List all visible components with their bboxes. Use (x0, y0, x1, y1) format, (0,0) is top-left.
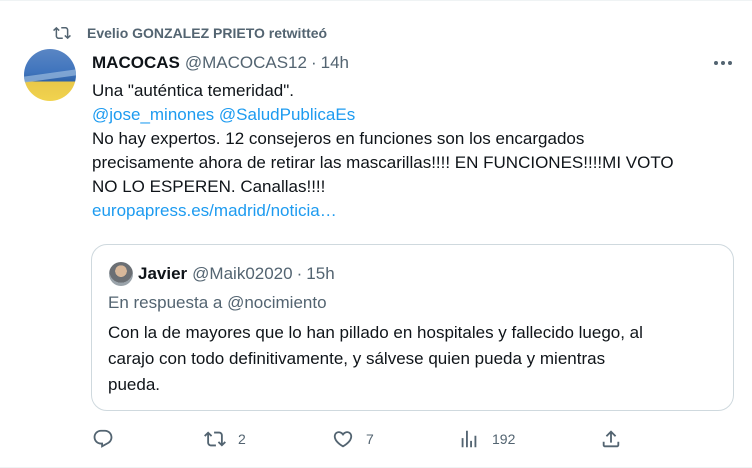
retweet-count: 2 (238, 431, 246, 447)
views-button[interactable]: 192 (458, 427, 515, 451)
quoted-line: Con la de mayores que lo han pillado en … (108, 323, 643, 342)
action-bar: 2 7 192 (92, 427, 632, 451)
retweet-icon (53, 24, 71, 42)
reply-icon (93, 429, 113, 448)
share-icon (602, 430, 620, 448)
separator-dot: · (296, 264, 303, 283)
tweet-line: NO LO ESPEREN. Canallas!!!! (92, 177, 326, 196)
analytics-icon (461, 430, 477, 448)
tweet-line: Una "auténtica temeridad". (92, 81, 295, 100)
mention-link[interactable]: @jose_minones (92, 105, 214, 124)
like-count: 7 (366, 431, 374, 447)
reply-button[interactable] (92, 427, 114, 451)
more-options-icon[interactable] (710, 53, 736, 73)
url-link[interactable]: europapress.es/madrid/noticia… (92, 199, 712, 223)
tweet-header: MACOCAS @MACOCAS12 · 14h (92, 51, 349, 75)
heart-icon (333, 431, 353, 448)
quoted-author-name[interactable]: Javier (138, 264, 187, 284)
views-count: 192 (492, 431, 516, 447)
retweet-icon (204, 431, 226, 447)
quoted-author-handle[interactable]: @Maik02020 (192, 264, 292, 284)
quoted-text: Con la de mayores que lo han pillado en … (108, 320, 718, 398)
quoted-timestamp[interactable]: 15h (306, 264, 334, 284)
tweet-line: precisamente ahora de retirar las mascar… (92, 153, 674, 172)
tweet-line: No hay expertos. 12 consejeros en funcio… (92, 129, 585, 148)
reply-context: En respuesta a @nocimiento (108, 293, 327, 312)
tweet-text: Una "auténtica temeridad". @jose_minones… (92, 79, 712, 223)
avatar[interactable] (24, 49, 76, 101)
quoted-header: Javier @Maik02020 · 15h (138, 262, 335, 286)
mentions-line: @jose_minones @SaludPublicaEs (92, 103, 712, 127)
retweeter-label[interactable]: Evelio GONZALEZ PRIETO retwitteó (87, 25, 327, 41)
tweet-card[interactable]: Evelio GONZALEZ PRIETO retwitteó MACOCAS… (0, 0, 752, 468)
author-name[interactable]: MACOCAS (92, 53, 180, 73)
mention-link[interactable]: @SaludPublicaEs (219, 105, 355, 124)
timestamp[interactable]: 14h (321, 53, 349, 73)
retweet-button[interactable]: 2 (204, 427, 246, 451)
author-handle[interactable]: @MACOCAS12 (185, 53, 307, 73)
quoted-tweet[interactable]: Javier @Maik02020 · 15h En respuesta a @… (91, 244, 734, 411)
like-button[interactable]: 7 (332, 427, 374, 451)
retweet-context[interactable]: Evelio GONZALEZ PRIETO retwitteó (53, 23, 327, 43)
share-button[interactable] (600, 427, 622, 451)
quoted-line: carajo con todo definitivamente, y sálve… (108, 349, 606, 368)
quoted-line: pueda. (108, 375, 160, 394)
separator-dot: · (310, 53, 317, 72)
quoted-avatar[interactable] (109, 262, 133, 286)
